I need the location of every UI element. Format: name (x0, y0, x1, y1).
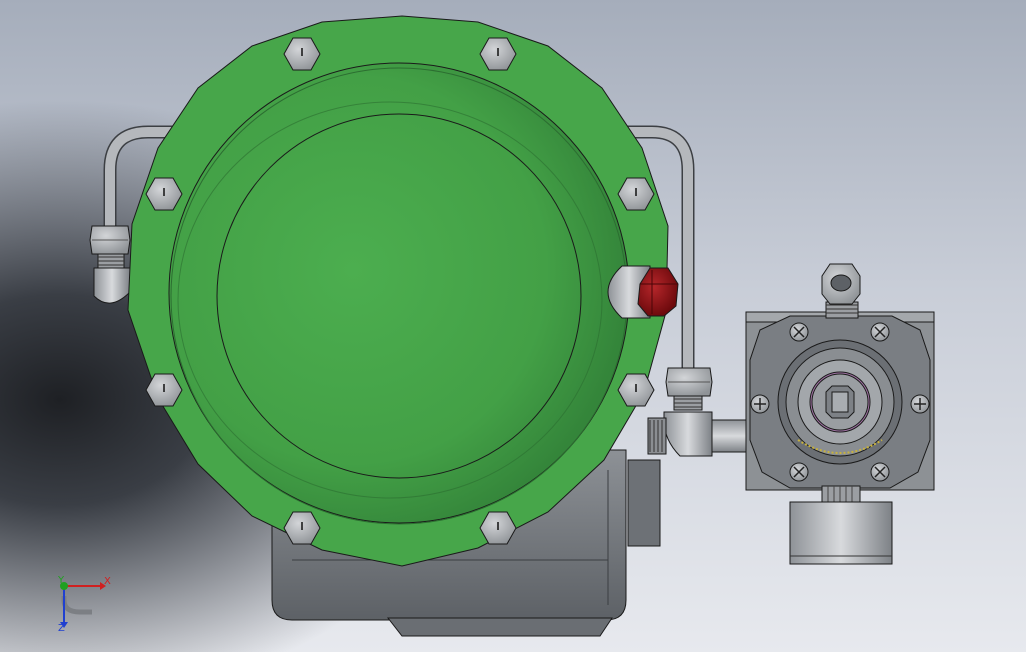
z-axis-label: Z (58, 623, 65, 634)
coordinate-triad (60, 582, 106, 628)
vent-plug (607, 265, 679, 319)
right-nut-fitting (647, 367, 749, 457)
x-axis-label: X (104, 576, 111, 587)
left-nut-fitting (89, 225, 131, 304)
actuator-model-view[interactable] (0, 0, 1026, 652)
cad-viewport[interactable]: X Y Z (0, 0, 1026, 652)
y-axis-label: Y (58, 575, 65, 586)
gauge-cylinder (789, 485, 893, 565)
top-port-fitting (821, 263, 861, 319)
positioner-block (745, 263, 935, 565)
